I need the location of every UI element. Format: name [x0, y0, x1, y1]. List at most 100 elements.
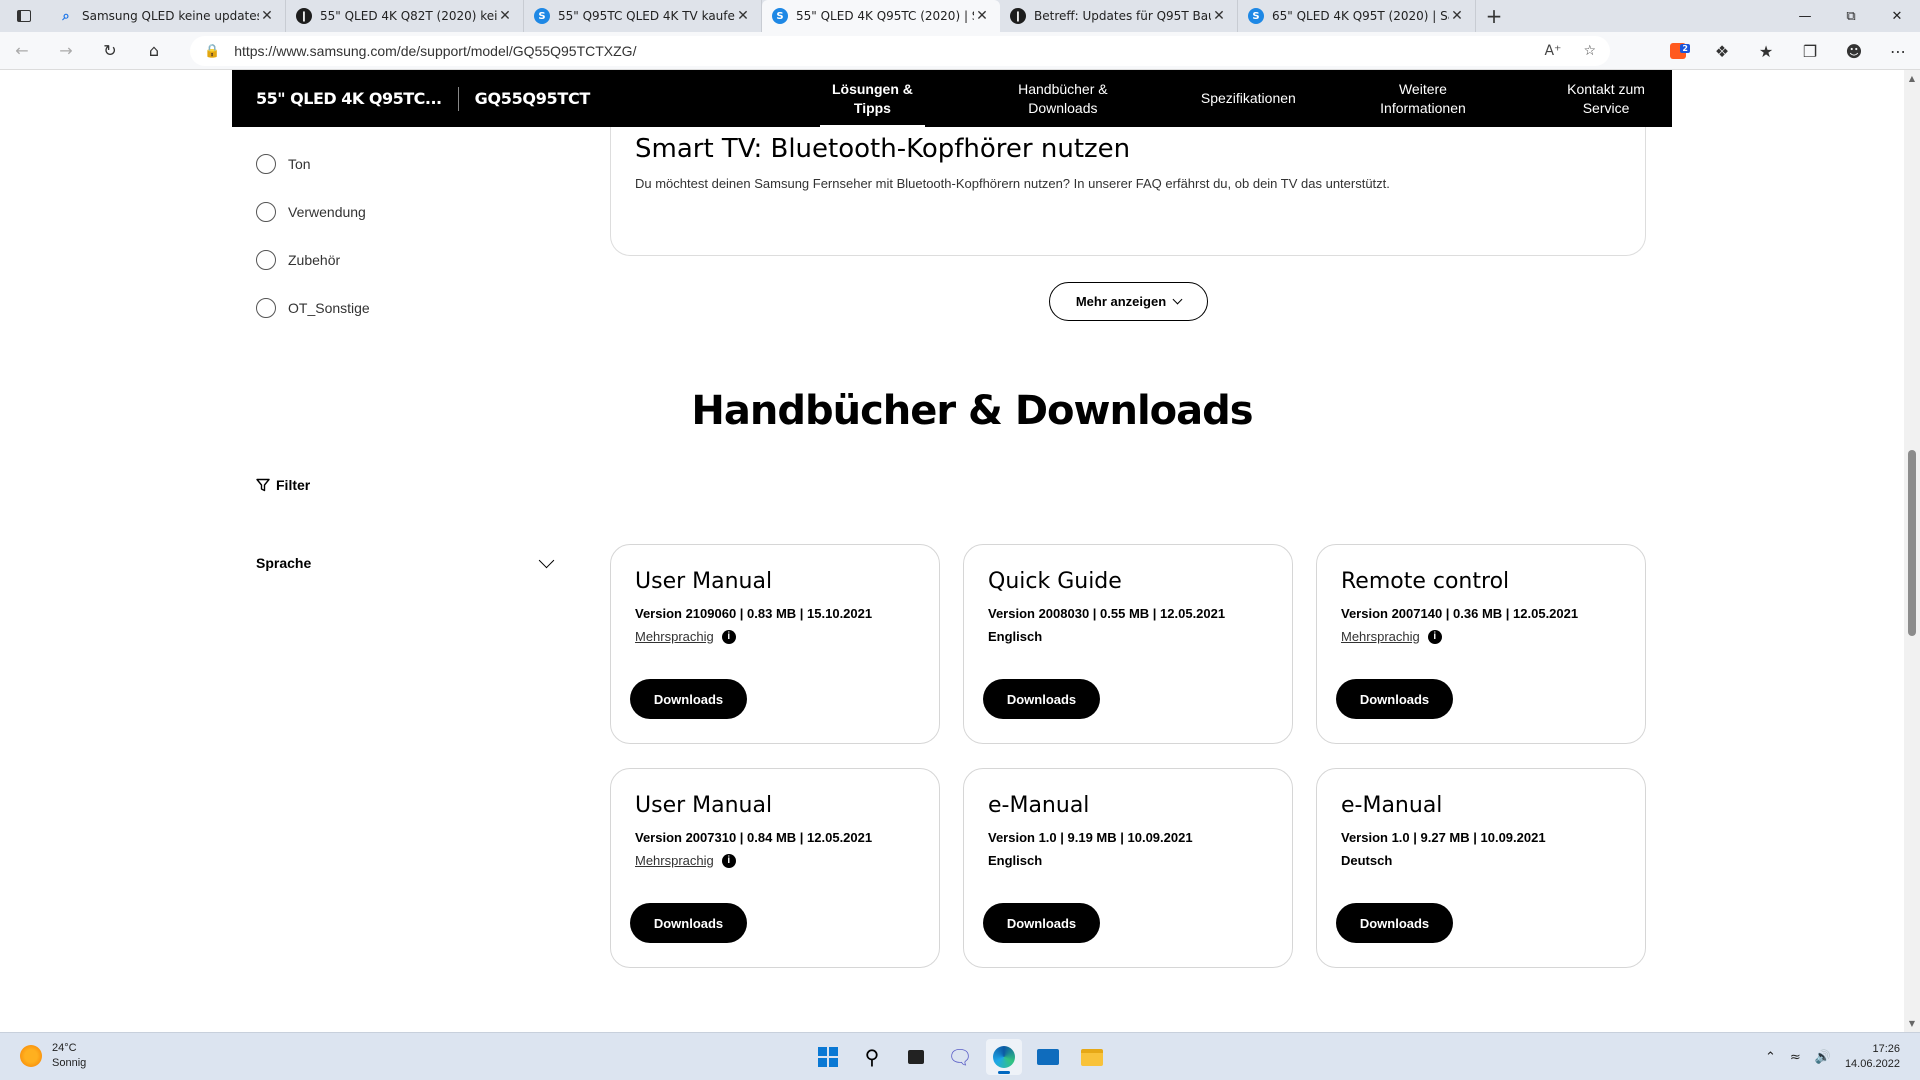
edge-browser-icon	[993, 1046, 1015, 1068]
web-page: 55" QLED 4K Q95TC... GQ55Q95TCT Lösungen…	[0, 70, 1920, 1032]
browser-tab[interactable]: ❙ Betreff: Updates für Q95T Baujah✕	[1000, 0, 1238, 32]
card-language[interactable]: Mehrsprachig i	[635, 629, 915, 644]
search-button[interactable]: ⚲	[854, 1039, 890, 1075]
category-label: Zubehör	[288, 252, 341, 268]
radio-circle-icon[interactable]	[256, 154, 276, 174]
new-tab-button[interactable]: +	[1476, 0, 1512, 32]
reload-button[interactable]: ↻	[88, 32, 132, 70]
info-icon[interactable]: i	[721, 629, 736, 644]
start-button[interactable]	[810, 1039, 846, 1075]
browser-tab[interactable]: S 55" Q95TC QLED 4K TV kaufen (✕	[524, 0, 762, 32]
show-more-button[interactable]: Mehr anzeigen	[1049, 282, 1208, 321]
tab-title: 55" Q95TC QLED 4K TV kaufen (	[558, 9, 735, 23]
download-card: e-Manual Version 1.0 | 9.19 MB | 10.09.20…	[963, 768, 1293, 968]
nav-link[interactable]: Kontakt zum Service	[1540, 70, 1672, 127]
download-card: Remote control Version 2007140 | 0.36 MB …	[1316, 544, 1646, 744]
browser-tab[interactable]: ❙ 55" QLED 4K Q82T (2020) keine ✕	[286, 0, 524, 32]
add-favorite-icon[interactable]: ☆	[1583, 43, 1596, 59]
favorites-icon[interactable]: ★	[1744, 42, 1788, 61]
category-radio[interactable]: Zubehör	[256, 236, 370, 284]
language-label[interactable]: Mehrsprachig	[635, 629, 714, 644]
category-radio[interactable]: Verwendung	[256, 188, 370, 236]
close-tab-icon[interactable]: ✕	[497, 8, 513, 24]
url-text[interactable]: https://www.samsung.com/de/support/model…	[234, 43, 636, 59]
category-label: OT_Sonstige	[288, 300, 370, 316]
nav-link[interactable]: Weitere Informationen	[1330, 70, 1516, 127]
close-tab-icon[interactable]: ✕	[259, 8, 275, 24]
search-icon: ⚲	[864, 1045, 880, 1069]
tab-title: 55" QLED 4K Q82T (2020) keine	[320, 9, 497, 23]
info-icon[interactable]: i	[1427, 629, 1442, 644]
wifi-icon[interactable]: ≈	[1790, 1050, 1801, 1065]
weather-condition: Sonnig	[52, 1057, 87, 1069]
profile-avatar-icon[interactable]: ☻	[1832, 42, 1876, 61]
browser-tab[interactable]: ⌕ Samsung QLED keine updates m ✕	[48, 0, 286, 32]
read-aloud-icon[interactable]: A⁺	[1544, 43, 1561, 59]
task-view-button[interactable]	[898, 1039, 934, 1075]
teams-chat-button[interactable]: 🗨	[942, 1039, 978, 1075]
scroll-up-arrow-icon[interactable]: ▲	[1904, 74, 1920, 83]
edge-taskbar-button[interactable]	[986, 1039, 1022, 1075]
category-radio[interactable]: OT_Sonstige	[256, 284, 370, 332]
nav-link[interactable]: Handbücher & Downloads	[959, 70, 1167, 127]
address-bar[interactable]: 🔒 https://www.samsung.com/de/support/mod…	[190, 36, 1610, 66]
radio-circle-icon[interactable]	[256, 298, 276, 318]
category-radio[interactable]: Ton	[256, 140, 370, 188]
close-tab-icon[interactable]: ✕	[1211, 8, 1227, 24]
lock-icon[interactable]: 🔒	[204, 44, 220, 59]
system-clock[interactable]: 17:26 14.06.2022	[1845, 1042, 1900, 1072]
language-label: Deutsch	[1341, 853, 1393, 868]
browser-tab[interactable]: S 65" QLED 4K Q95T (2020) | Sams✕	[1238, 0, 1476, 32]
extensions-puzzle-icon[interactable]: ❖	[1700, 42, 1744, 61]
scroll-down-arrow-icon[interactable]: ▼	[1904, 1019, 1920, 1028]
download-card: User Manual Version 2109060 | 0.83 MB | 1…	[610, 544, 940, 744]
downloads-button[interactable]: Downloads	[1336, 679, 1453, 719]
mail-button[interactable]	[1030, 1039, 1066, 1075]
close-tab-icon[interactable]: ✕	[735, 8, 751, 24]
language-filter-dropdown[interactable]: Sprache	[256, 552, 560, 571]
weather-widget[interactable]: 24°C Sonnig	[20, 1041, 86, 1071]
more-menu-icon[interactable]: ⋯	[1876, 42, 1920, 61]
extension-icon[interactable]: 2	[1656, 43, 1700, 59]
nav-link[interactable]: Lösungen & Tipps	[786, 70, 959, 127]
language-label[interactable]: Mehrsprachig	[1341, 629, 1420, 644]
model-code: GQ55Q95TCT	[474, 89, 591, 108]
close-window-button[interactable]: ✕	[1874, 0, 1920, 32]
downloads-button[interactable]: Downloads	[630, 903, 747, 943]
tab-actions-button[interactable]	[0, 0, 48, 32]
filter-icon	[256, 478, 270, 492]
downloads-button[interactable]: Downloads	[983, 903, 1100, 943]
nav-divider	[457, 86, 459, 111]
show-more-label: Mehr anzeigen	[1075, 294, 1167, 309]
browser-tab[interactable]: S 55" QLED 4K Q95TC (2020) | Sam✕	[762, 0, 1000, 32]
filter-toggle[interactable]: Filter	[256, 477, 310, 493]
volume-icon[interactable]: 🔊	[1815, 1050, 1831, 1065]
file-explorer-button[interactable]	[1074, 1039, 1110, 1075]
card-language[interactable]: Mehrsprachig i	[1341, 629, 1621, 644]
scrollbar-thumb[interactable]	[1908, 450, 1916, 636]
windows-taskbar: 24°C Sonnig ⚲ 🗨 ⌃ ≈ 🔊 17:26 14.06.2022	[0, 1032, 1920, 1080]
nav-link[interactable]: Spezifikationen	[1167, 70, 1330, 127]
info-icon[interactable]: i	[721, 853, 736, 868]
language-label[interactable]: Mehrsprachig	[635, 853, 714, 868]
page-scrollbar[interactable]: ▲ ▼	[1904, 70, 1920, 1032]
forward-button[interactable]: →	[44, 32, 88, 70]
home-button[interactable]: ⌂	[132, 32, 176, 70]
card-language: Englisch	[988, 853, 1268, 868]
back-button[interactable]: ←	[0, 32, 44, 70]
close-tab-icon[interactable]: ✕	[974, 8, 990, 24]
restore-button[interactable]: ⧉	[1828, 0, 1874, 32]
tab-title: Betreff: Updates für Q95T Baujah	[1034, 9, 1211, 23]
collections-icon[interactable]: ❐	[1788, 42, 1832, 61]
download-card: Quick Guide Version 2008030 | 0.55 MB | 1…	[963, 544, 1293, 744]
card-language[interactable]: Mehrsprachig i	[635, 853, 915, 868]
faq-title[interactable]: Smart TV: Bluetooth-Kopfhörer nutzen	[635, 134, 1130, 164]
downloads-button[interactable]: Downloads	[1336, 903, 1453, 943]
minimize-button[interactable]: —	[1782, 0, 1828, 32]
close-tab-icon[interactable]: ✕	[1449, 8, 1465, 24]
downloads-button[interactable]: Downloads	[630, 679, 747, 719]
downloads-button[interactable]: Downloads	[983, 679, 1100, 719]
radio-circle-icon[interactable]	[256, 250, 276, 270]
radio-circle-icon[interactable]	[256, 202, 276, 222]
chevron-up-icon[interactable]: ⌃	[1765, 1050, 1776, 1065]
